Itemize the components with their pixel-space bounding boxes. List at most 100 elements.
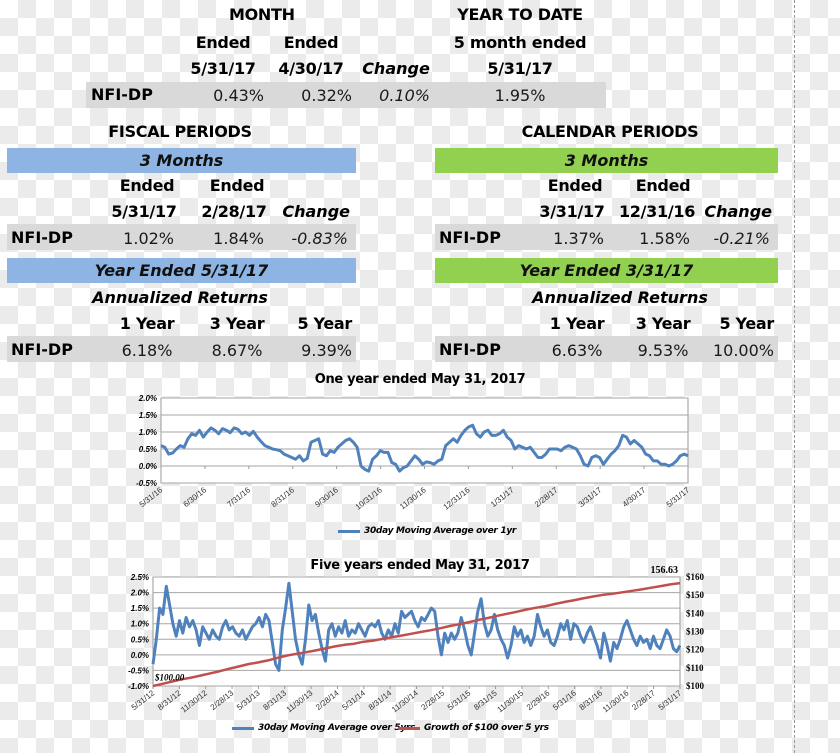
chart1-xtick-label: 8/31/16 <box>269 485 296 509</box>
chart2-xtick-label: 5/31/14 <box>340 688 367 712</box>
chart1-xtick-label: 2/28/17 <box>533 485 560 509</box>
fiscal-1year-header: 1 Year <box>119 314 175 333</box>
chart1-xtick-label: 5/31/16 <box>138 485 165 509</box>
chart2-xtick-label: 5/31/13 <box>235 688 262 712</box>
month-col2-line1: Ended <box>283 33 339 52</box>
fiscal-col2-line1: Ended <box>209 176 265 195</box>
chart1-ytick-label: 2.0% <box>138 394 157 403</box>
calendar-5year-header: 5 Year <box>719 314 774 333</box>
chart2-ytick-label: 1.0% <box>131 620 149 629</box>
fiscal-3m-change: -0.83% <box>291 229 348 248</box>
chart2-xtick-label: 2/28/15 <box>419 688 446 712</box>
chart1-ytick-label: 1.0% <box>139 428 157 437</box>
month-col2-line2: 4/30/17 <box>278 59 344 78</box>
fiscal-3m-value-2: 1.84% <box>213 229 264 248</box>
chart1-ytick-label: 0.5% <box>139 445 157 454</box>
chart2-xtick-label: 8/31/14 <box>367 688 394 712</box>
ytd-title: YEAR TO DATE <box>457 5 583 24</box>
chart1-xtick-label: 4/30/17 <box>621 485 648 509</box>
chart1-legend: 30day Moving Average over 1yr <box>338 526 516 536</box>
month-change-header: Change <box>362 59 430 78</box>
month-value-change: 0.10% <box>379 86 430 105</box>
chart1-legend-label: 30day Moving Average over 1yr <box>364 526 517 536</box>
chart1-ytick-label: 0.0% <box>139 462 157 471</box>
chart1-xtick-label: 9/30/16 <box>313 485 340 509</box>
fiscal-3m-value-1: 1.02% <box>123 229 174 248</box>
fiscal-title: FISCAL PERIODS <box>108 122 252 141</box>
chart1-series-1-line <box>160 423 689 473</box>
chart2-y2tick-label: $100 <box>686 681 705 691</box>
chart1-xtick-label: 6/30/16 <box>182 485 209 509</box>
chart2-xtick-label: 8/31/12 <box>156 688 183 712</box>
calendar-3months-band: 3 Months <box>435 148 778 173</box>
chart1-plot-area <box>160 397 689 484</box>
chart2-ytick-label: 2.0% <box>130 589 149 598</box>
chart2-y2tick-label: $120 <box>686 645 705 655</box>
chart2-ytick-label: 1.5% <box>131 604 149 613</box>
chart2-y2tick-label: $160 <box>686 572 705 582</box>
chart1-ytick-label: -0.5% <box>136 479 157 488</box>
fiscal-col2-line2: 2/28/17 <box>201 202 267 221</box>
calendar-1year-value: 6.63% <box>551 341 603 360</box>
calendar-year-band: Year Ended 3/31/17 <box>435 258 778 283</box>
calendar-col1-line2: 3/31/17 <box>539 202 605 221</box>
chart1-xtick-label: 7/31/16 <box>225 485 252 509</box>
chart2-y2tick-label: $150 <box>686 590 705 600</box>
chart2-ytick-label: -0.5% <box>128 666 149 675</box>
calendar-1year-header: 1 Year <box>549 314 605 333</box>
fiscal-3year-header: 3 Year <box>209 314 265 333</box>
month-value-1: 0.43% <box>213 86 264 105</box>
chart2-legend-series2: Growth of $100 over 5 yrs <box>398 723 549 733</box>
chart2-y2tick-label: $140 <box>686 608 705 618</box>
calendar-annual-row-label: NFI-DP <box>439 340 501 359</box>
chart2-ytick-label: 0.0% <box>131 651 149 660</box>
fiscal-change-header: Change <box>282 202 350 221</box>
fiscal-1year-value: 6.18% <box>121 341 173 360</box>
chart2-y2tick-label: $110 <box>686 663 704 673</box>
ytd-line1: 5 month ended <box>453 33 587 52</box>
month-col1-line2: 5/31/17 <box>190 59 256 78</box>
calendar-3year-value: 9.53% <box>637 341 689 360</box>
chart2-xtick-label: 8/31/16 <box>578 688 605 712</box>
month-value-2: 0.32% <box>301 86 352 105</box>
calendar-title: CALENDAR PERIODS <box>521 122 699 141</box>
calendar-col1-line1: Ended <box>547 176 603 195</box>
fiscal-3m-row-label: NFI-DP <box>11 228 73 247</box>
chart1-xtick-label: 11/30/16 <box>398 485 428 511</box>
chart2-xtick-label: 11/30/15 <box>496 688 526 714</box>
chart2-xtick-label: 5/31/12 <box>130 688 157 712</box>
chart2-legend-label-1: 30day Moving Average over 5yrs <box>258 723 416 733</box>
chart1-xtick-label: 3/31/17 <box>577 485 604 509</box>
fiscal-annual-row-label: NFI-DP <box>11 340 73 359</box>
fiscal-3months-band: 3 Months <box>7 148 356 173</box>
chart2-legend-swatch-blue <box>232 726 254 730</box>
fiscal-annualized-subtitle: Annualized Returns <box>92 288 268 307</box>
chart2-ytick-label: 0.5% <box>131 635 149 644</box>
ytd-line2: 5/31/17 <box>487 59 553 78</box>
calendar-3m-value-1: 1.37% <box>553 229 604 248</box>
page-break-line <box>794 0 795 753</box>
chart2-xtick-label: 5/31/17 <box>657 688 684 712</box>
chart1-ytick-label: 1.5% <box>139 411 157 420</box>
chart1-xtick-label: 12/31/16 <box>442 485 473 512</box>
chart2-xtick-label: 5/31/16 <box>551 688 578 712</box>
chart2-ytick-label: -1.0% <box>128 682 149 691</box>
fiscal-col1-line2: 5/31/17 <box>111 202 177 221</box>
chart2-xtick-label: 2/29/16 <box>525 688 552 712</box>
fiscal-3year-value: 8.67% <box>211 341 263 360</box>
calendar-col2-line2: 12/31/16 <box>618 202 696 221</box>
fiscal-5year-header: 5 Year <box>297 314 352 333</box>
month-col1-line1: Ended <box>195 33 251 52</box>
fiscal-year-band: Year Ended 5/31/17 <box>7 258 356 283</box>
chart1-xtick-label: 1/31/17 <box>489 485 516 509</box>
chart2-y2tick-label: $130 <box>686 627 705 637</box>
chart2-xtick-label: 11/30/14 <box>390 688 420 714</box>
calendar-3m-change: -0.21% <box>713 229 770 248</box>
chart2-ytick-label: 2.5% <box>130 573 149 582</box>
chart2-xtick-label: 2/28/17 <box>630 688 657 712</box>
chart2-xtick-label: 11/30/13 <box>285 688 315 714</box>
month-row-label: NFI-DP <box>91 85 153 104</box>
chart2-xtick-label: 2/28/14 <box>314 688 341 712</box>
chart2-annotation: $100.00 <box>154 672 185 682</box>
chart1-xtick-label: 5/31/17 <box>665 485 692 509</box>
